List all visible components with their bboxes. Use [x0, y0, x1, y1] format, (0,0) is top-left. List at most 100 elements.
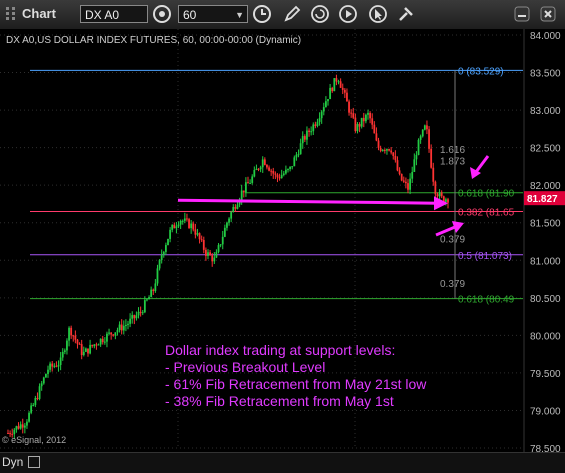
close-icon[interactable]	[538, 4, 558, 24]
minimize-icon[interactable]	[512, 4, 532, 24]
candle-body	[270, 170, 273, 172]
candle-body	[377, 140, 380, 148]
candle-body	[291, 166, 294, 168]
candle-body	[177, 224, 180, 227]
candle-body	[423, 125, 426, 130]
candle-body	[346, 92, 348, 102]
candle-body	[303, 136, 306, 140]
candle-body	[47, 369, 49, 374]
candle-body	[196, 233, 199, 235]
candle-body	[335, 78, 338, 82]
candle-body	[219, 244, 222, 246]
candle-body	[244, 182, 247, 193]
candle-body	[314, 124, 317, 126]
candle-body	[234, 207, 237, 209]
candle-body	[337, 81, 340, 83]
dropdown-arrow-icon[interactable]: ▼	[235, 6, 244, 24]
candle-body	[124, 324, 127, 326]
candle-body	[137, 311, 140, 316]
dyn-checkbox[interactable]	[28, 456, 40, 468]
candle-body	[112, 334, 115, 336]
candle-body	[362, 117, 365, 122]
candle-body	[413, 159, 416, 172]
candle-body	[228, 218, 230, 223]
candle-body	[19, 424, 22, 429]
grip-icon[interactable]	[5, 6, 17, 22]
annotation-line: - 38% Fib Retracement from May 1st	[165, 393, 394, 409]
candle-body	[419, 136, 422, 140]
y-tick-label: 82.500	[530, 144, 561, 155]
y-tick-label: 80.000	[530, 331, 561, 342]
candle-body	[211, 255, 214, 262]
candle-body	[148, 297, 150, 300]
y-tick-label: 80.500	[530, 294, 561, 305]
annotation-line: Dollar index trading at support levels:	[165, 342, 395, 358]
candle-body	[438, 192, 441, 197]
candle-body	[255, 168, 258, 171]
candle-body	[312, 124, 315, 132]
candle-body	[63, 350, 66, 352]
candle-body	[421, 129, 424, 137]
candle-body	[375, 133, 378, 141]
candle-body	[327, 99, 329, 102]
candle-body	[36, 398, 39, 400]
candle-body	[251, 176, 254, 183]
candle-body	[274, 173, 277, 175]
candle-body	[223, 227, 226, 237]
candle-body	[127, 323, 129, 325]
candle-body	[297, 154, 300, 156]
symbol-value: DX A0	[85, 8, 120, 22]
play-icon[interactable]	[338, 4, 358, 24]
candle-body	[289, 166, 292, 170]
candle-body	[232, 207, 235, 213]
candle-body	[242, 190, 245, 193]
candle-body	[388, 149, 390, 151]
tools-icon[interactable]	[396, 4, 416, 24]
candle-body	[57, 365, 60, 367]
candle-body	[240, 190, 243, 200]
candle-body	[236, 204, 239, 209]
candle-body	[257, 168, 260, 170]
annotation-line: - 61% Fib Retracement from May 21st low	[165, 376, 427, 392]
symbol-settings-icon[interactable]	[152, 4, 172, 24]
fib-ratio-label: 1.873	[440, 156, 465, 167]
candle-body	[173, 224, 176, 229]
candle-body	[360, 117, 363, 127]
candle-body	[44, 373, 47, 378]
candle-body	[379, 147, 382, 151]
interval-input[interactable]: 60 ▼	[178, 5, 248, 23]
candle-body	[34, 398, 37, 405]
pencil-draw-icon[interactable]	[282, 4, 302, 24]
candle-body	[156, 268, 159, 284]
candle-body	[17, 426, 20, 429]
fib-level-label: 0 (83.529)	[458, 66, 504, 77]
y-tick-label: 81.500	[530, 219, 561, 230]
candle-body	[97, 344, 100, 346]
refresh-icon[interactable]	[310, 4, 330, 24]
chart-toolbar: Chart DX A0 60 ▼	[0, 0, 565, 30]
candle-body	[306, 130, 308, 140]
candle-body	[204, 249, 207, 256]
candle-body	[183, 218, 186, 221]
interval-clock-icon[interactable]	[252, 4, 272, 24]
candle-body	[66, 340, 68, 351]
symbol-input[interactable]: DX A0	[80, 5, 148, 23]
candle-body	[179, 220, 182, 225]
candle-body	[411, 171, 414, 179]
cursor-icon[interactable]	[368, 4, 388, 24]
candle-body	[367, 112, 369, 115]
candle-body	[143, 300, 146, 313]
candle-body	[209, 252, 212, 256]
candle-body	[398, 170, 401, 174]
price-chart[interactable]: 0 (83.529) 0.618 (81.90 0.382 (81.65 0.5 (8…	[0, 29, 565, 452]
candle-body	[141, 312, 144, 314]
candle-body	[59, 357, 62, 366]
candle-body	[293, 157, 296, 167]
candle-body	[192, 223, 195, 230]
candle-body	[139, 311, 142, 313]
candle-body	[394, 155, 397, 161]
candle-body	[30, 405, 33, 413]
candle-body	[49, 363, 52, 370]
interval-value: 60	[183, 8, 197, 22]
candle-body	[129, 318, 132, 324]
